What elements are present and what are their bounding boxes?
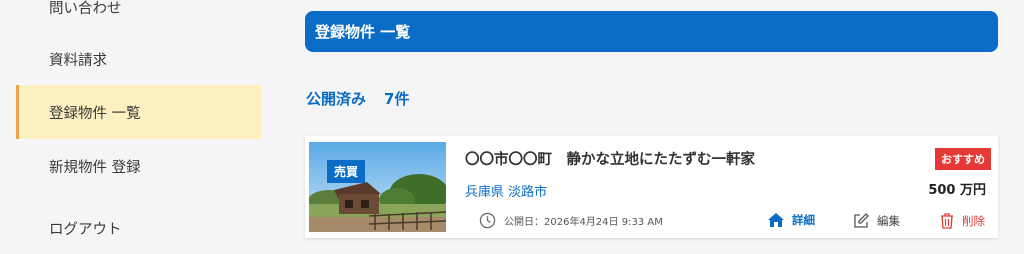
listing-price: 500 万円: [928, 183, 986, 198]
published-label: 公開済み: [306, 89, 367, 108]
trash-icon: [939, 212, 955, 230]
sidebar-item-listings[interactable]: 登録物件 一覧: [16, 85, 262, 139]
listing-title[interactable]: 〇〇市〇〇町 静かな立地にたたずむ一軒家: [465, 148, 755, 169]
pencil-square-icon: [852, 212, 870, 230]
house-photo: [309, 142, 446, 232]
sidebar-item-document-requests[interactable]: 資料請求: [16, 32, 262, 86]
detail-button[interactable]: 詳細: [767, 212, 815, 228]
recommended-badge: おすすめ: [935, 148, 991, 170]
clock-icon: [479, 212, 496, 229]
page-header: 登録物件 一覧: [305, 11, 998, 52]
delete-button[interactable]: 削除: [939, 212, 985, 230]
listing-thumbnail[interactable]: 売買: [309, 142, 446, 232]
sidebar-item-logout[interactable]: ログアウト: [16, 201, 262, 254]
sidebar-item-label: ログアウト: [49, 221, 122, 238]
listing-location: 兵庫県 淡路市: [465, 185, 548, 200]
page-title: 登録物件 一覧: [315, 23, 411, 41]
sidebar-item-inquiries[interactable]: 問い合わせ: [16, 0, 262, 34]
edit-button[interactable]: 編集: [852, 212, 900, 230]
home-icon: [767, 212, 785, 228]
published-date: 公開日：2026年4月24日 9:33 AM: [504, 217, 663, 228]
detail-label: 詳細: [792, 213, 815, 227]
sidebar-item-new-listing[interactable]: 新規物件 登録: [16, 139, 262, 193]
edit-label: 編集: [877, 214, 900, 228]
sale-type-badge: 売買: [327, 160, 366, 183]
sidebar-item-label: 問い合わせ: [49, 0, 122, 17]
delete-label: 削除: [962, 214, 985, 228]
sidebar: 問い合わせ 資料請求 登録物件 一覧 新規物件 登録 ログアウト: [0, 0, 262, 254]
published-count: 7件: [384, 89, 410, 108]
sidebar-item-label: 登録物件 一覧: [49, 105, 141, 122]
sidebar-item-label: 新規物件 登録: [49, 159, 141, 176]
published-count-line: 公開済み 7件: [306, 87, 409, 109]
published-date-row: 公開日：2026年4月24日 9:33 AM: [479, 212, 663, 229]
listing-card: 売買 〇〇市〇〇町 静かな立地にたたずむ一軒家 おすすめ 兵庫県 淡路市 500…: [305, 136, 998, 238]
sidebar-item-label: 資料請求: [49, 52, 107, 69]
